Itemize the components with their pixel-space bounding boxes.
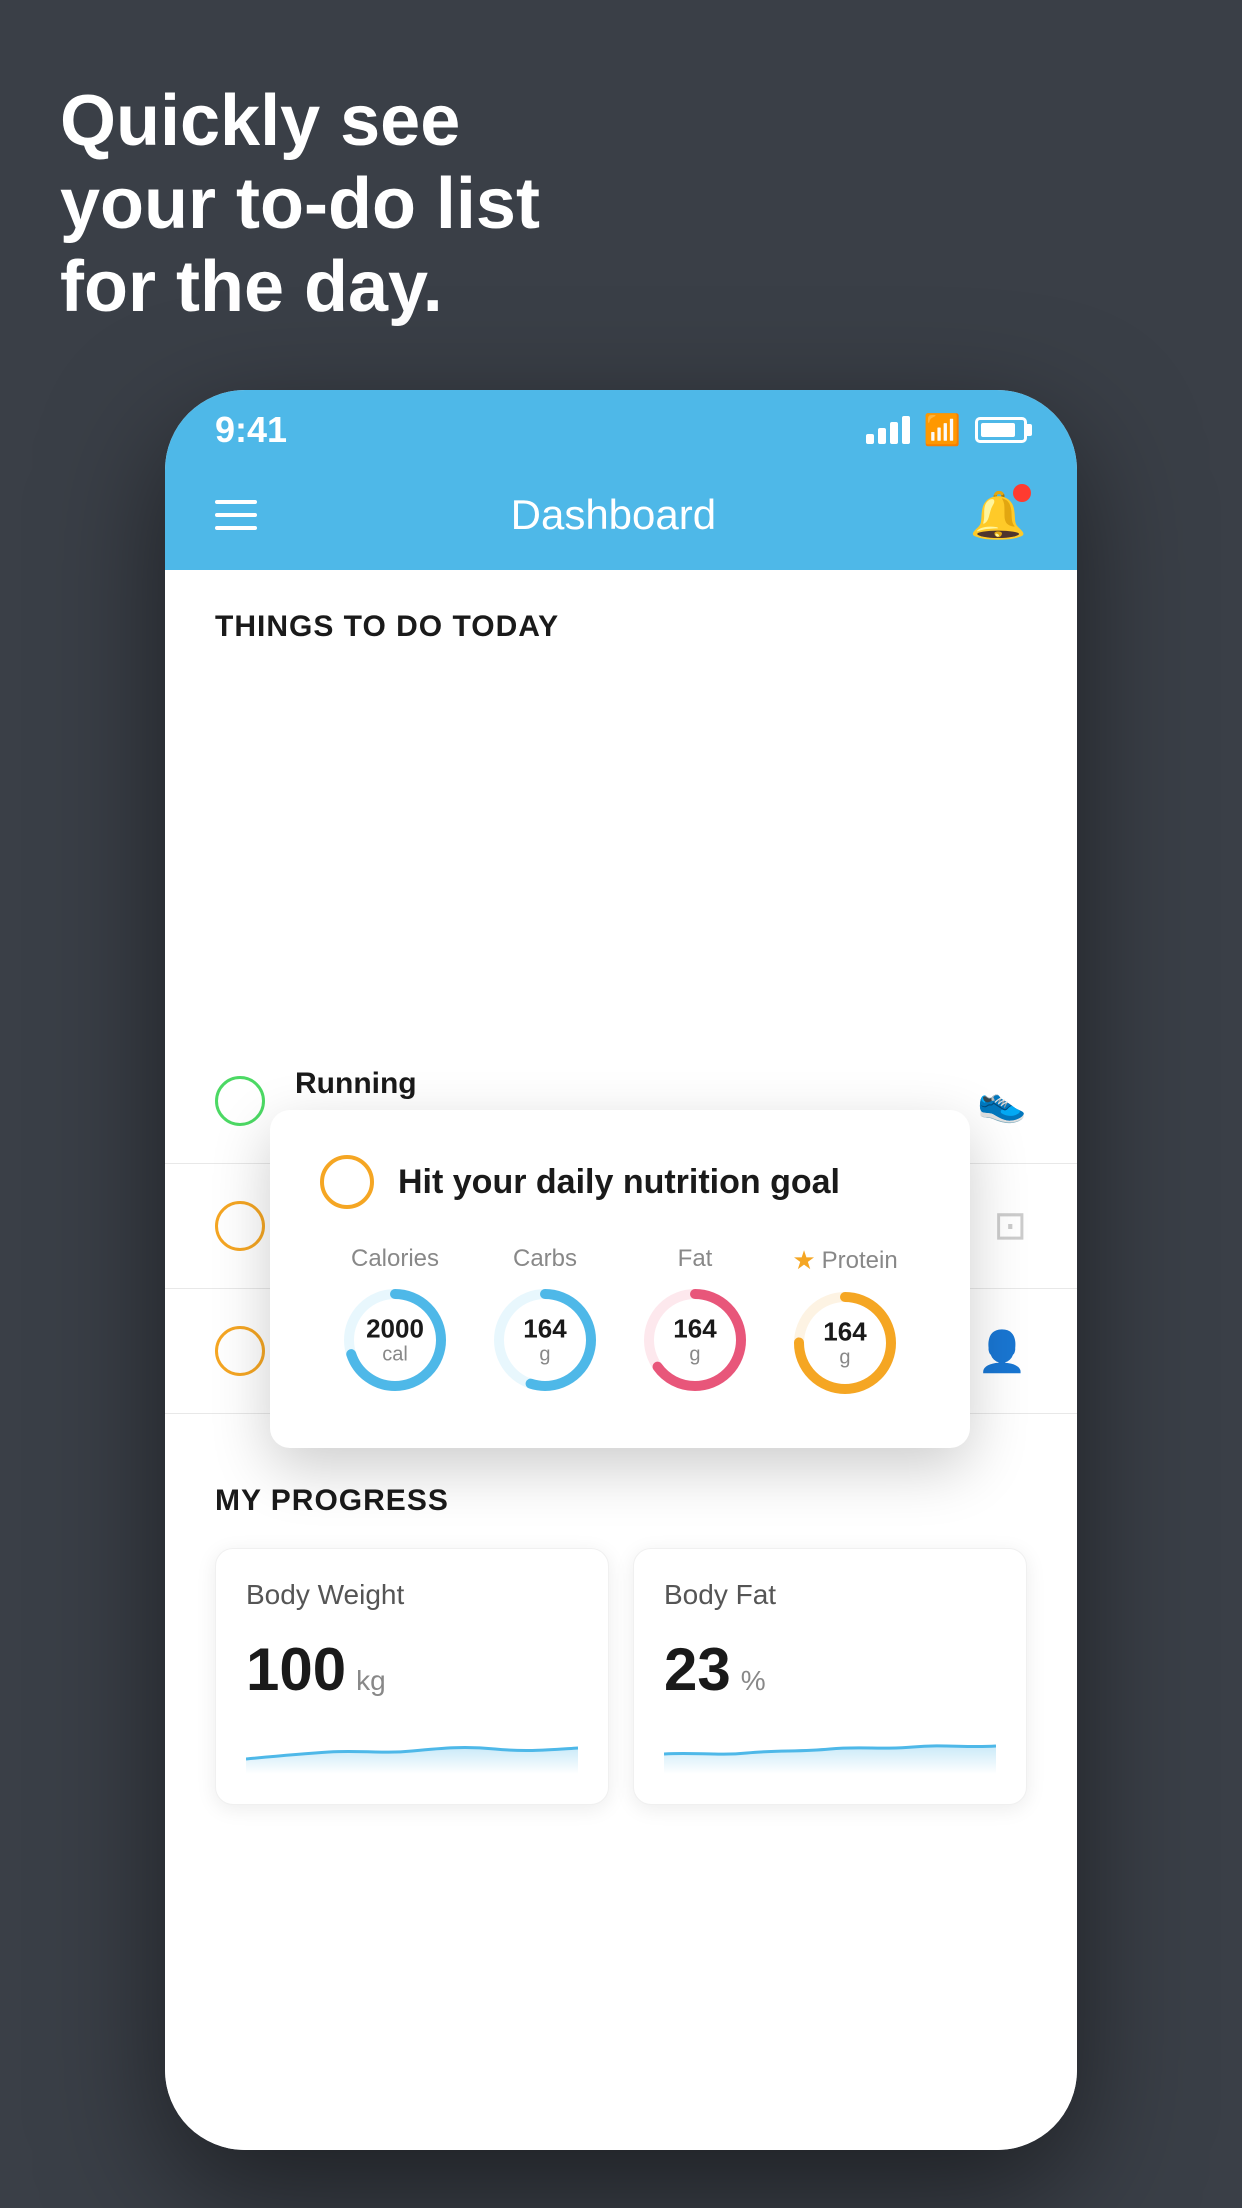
body-weight-card[interactable]: Body Weight 100 kg (215, 1548, 609, 1805)
nav-bar: Dashboard 🔔 (165, 470, 1077, 570)
body-fat-chart (664, 1724, 996, 1774)
running-check-circle (215, 1076, 265, 1126)
photos-icon: 👤 (977, 1328, 1027, 1375)
macro-fat: Fat 164 g (640, 1245, 750, 1395)
protein-circle: 164 g (790, 1288, 900, 1398)
phone-frame: 9:41 📶 Dashboard 🔔 TH (165, 390, 1077, 2150)
body-fat-value-row: 23 % (664, 1635, 996, 1704)
running-title: Running (295, 1067, 947, 1101)
star-icon: ★ (792, 1245, 815, 1276)
status-time: 9:41 (215, 409, 287, 451)
body-fat-unit: % (741, 1665, 766, 1697)
progress-header: MY PROGRESS (215, 1484, 1027, 1518)
status-bar: 9:41 📶 (165, 390, 1077, 470)
running-icon: 👟 (977, 1078, 1027, 1125)
status-icons: 📶 (866, 413, 1027, 448)
nutrition-card-title: Hit your daily nutrition goal (398, 1163, 840, 1202)
body-weight-value: 100 (246, 1635, 346, 1704)
protein-label-row: ★ Protein (792, 1245, 897, 1276)
headline-line2: your to-do list (60, 164, 540, 244)
signal-icon (866, 416, 910, 444)
body-stats-check-circle (215, 1201, 265, 1251)
calories-circle: 2000 cal (340, 1285, 450, 1395)
headline-line3: for the day. (60, 247, 443, 327)
carbs-circle: 164 g (490, 1285, 600, 1395)
headline-line1: Quickly see (60, 81, 460, 161)
body-fat-value: 23 (664, 1635, 731, 1704)
body-fat-card[interactable]: Body Fat 23 % (633, 1548, 1027, 1805)
headline: Quickly see your to-do list for the day. (60, 80, 540, 328)
macro-protein: ★ Protein 164 g (790, 1245, 900, 1398)
nutrition-card[interactable]: Hit your daily nutrition goal Calories 2… (270, 1110, 970, 1448)
macro-calories: Calories 2000 cal (340, 1245, 450, 1395)
fat-label: Fat (678, 1245, 713, 1273)
photos-check-circle (215, 1326, 265, 1376)
wifi-icon: 📶 (924, 413, 961, 448)
body-weight-card-title: Body Weight (246, 1579, 578, 1611)
macro-row: Calories 2000 cal Carbs (320, 1245, 920, 1398)
section-header: THINGS TO DO TODAY (165, 570, 1077, 664)
body-weight-unit: kg (356, 1665, 386, 1697)
fat-circle: 164 g (640, 1285, 750, 1395)
calories-label: Calories (351, 1245, 439, 1273)
notification-badge (1013, 484, 1031, 502)
protein-label: Protein (822, 1247, 898, 1275)
body-weight-value-row: 100 kg (246, 1635, 578, 1704)
body-stats-icon: ⊡ (993, 1203, 1027, 1249)
carbs-label: Carbs (513, 1245, 577, 1273)
card-title-row: Hit your daily nutrition goal (320, 1155, 920, 1209)
menu-button[interactable] (215, 500, 257, 530)
battery-icon (975, 417, 1027, 443)
progress-cards: Body Weight 100 kg (215, 1548, 1027, 1805)
body-fat-card-title: Body Fat (664, 1579, 996, 1611)
nutrition-check-circle (320, 1155, 374, 1209)
macro-carbs: Carbs 164 g (490, 1245, 600, 1395)
nav-title: Dashboard (511, 491, 716, 539)
notification-button[interactable]: 🔔 (970, 488, 1027, 543)
progress-section: MY PROGRESS Body Weight 100 kg (165, 1434, 1077, 1855)
body-weight-chart (246, 1724, 578, 1774)
